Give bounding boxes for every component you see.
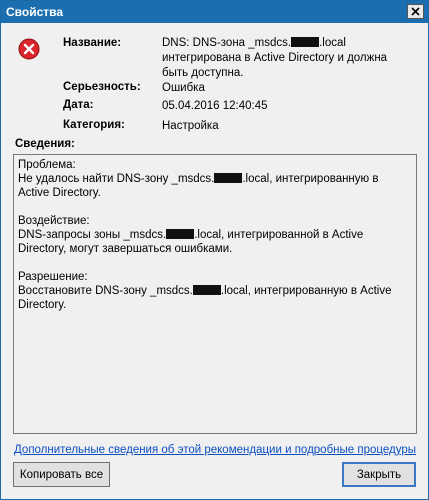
impact-block: Воздействие: DNS-запросы зоны _msdcs. .lo… [18,214,412,256]
problem-prefix: Не удалось найти DNS-зону _msdcs. [18,173,215,185]
close-window-button[interactable] [407,4,424,19]
name-value-rest: интегрирована в Active Directory и должн… [162,52,388,79]
severity-value: Ошибка [162,82,205,94]
name-label: Название: [63,37,122,49]
copy-all-button[interactable]: Копировать все [13,462,110,487]
redaction-box [166,229,195,239]
close-label: Закрыть [356,468,402,481]
error-icon [18,38,40,60]
title-bar[interactable]: Свойства [1,1,428,23]
problem-label: Проблема: [18,159,76,171]
resolution-block: Разрешение: Восстановите DNS-зону _msdcs… [18,270,412,312]
date-label: Дата: [63,99,94,111]
resolution-prefix: Восстановите DNS-зону _msdcs. [18,285,193,297]
name-value: DNS: DNS-зона _msdcs. .local интегрирован… [162,36,412,81]
severity-label: Серьезность: [63,81,141,93]
redaction-box [291,37,320,47]
category-value: Настройка [162,120,219,132]
resolution-label: Разрешение: [18,271,88,283]
close-button[interactable]: Закрыть [342,462,416,487]
problem-block: Проблема: Не удалось найти DNS-зону _msd… [18,158,412,200]
details-heading: Сведения: [15,138,75,150]
name-value-suffix: .local [319,37,346,49]
copy-all-label: Копировать все [19,468,104,481]
close-icon [411,7,420,16]
more-info-link[interactable]: Дополнительные сведения об этой рекоменд… [14,444,416,456]
properties-dialog: Свойства Название: DNS: DNS-зона _msdcs.… [0,0,429,500]
details-textbox[interactable]: Проблема: Не удалось найти DNS-зону _msd… [13,154,417,434]
date-value: 05.04.2016 12:40:45 [162,100,268,112]
impact-label: Воздействие: [18,215,90,227]
name-value-prefix: DNS: DNS-зона _msdcs. [162,37,292,49]
redaction-box [214,173,243,183]
window-title: Свойства [6,5,64,19]
category-label: Категория: [63,119,125,131]
impact-prefix: DNS-запросы зоны _msdcs. [18,229,167,241]
redaction-box [192,285,221,295]
